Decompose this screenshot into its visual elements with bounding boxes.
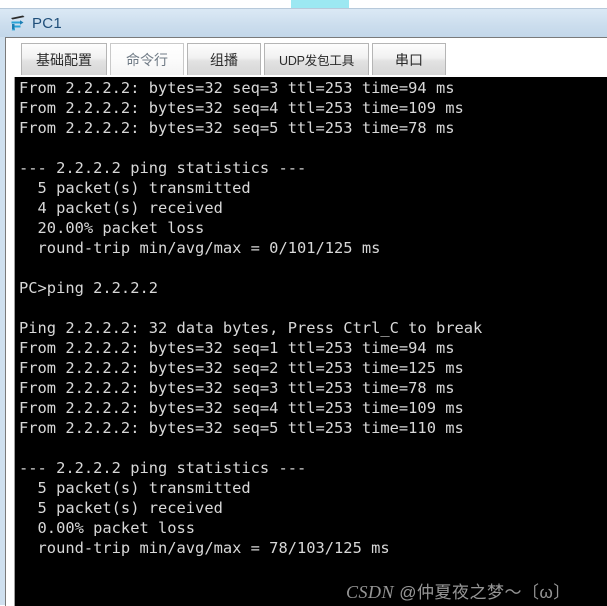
terminal-line: --- 2.2.2.2 ping statistics --- [19,459,307,477]
tab-command-line-label: 命令行 [126,51,168,68]
top-cyan-fragment [291,0,349,8]
terminal-line: 5 packet(s) received [19,499,223,517]
window-title: PC1 [32,14,63,32]
window-client-area: 基础配置 命令行 组播 UDP发包工具 串口 From 2.2.2.2: byt… [5,37,607,606]
tab-basic-config[interactable]: 基础配置 [21,43,107,75]
terminal-line: From 2.2.2.2: bytes=32 seq=4 ttl=253 tim… [19,99,464,117]
tab-command-line[interactable]: 命令行 [110,43,184,75]
terminal-panel: From 2.2.2.2: bytes=32 seq=3 ttl=253 tim… [6,77,607,606]
terminal-line: From 2.2.2.2: bytes=32 seq=4 ttl=253 tim… [19,399,464,417]
terminal-output[interactable]: From 2.2.2.2: bytes=32 seq=3 ttl=253 tim… [14,77,607,606]
terminal-line: round-trip min/avg/max = 78/103/125 ms [19,539,390,557]
router-device-icon [9,14,27,32]
terminal-line: From 2.2.2.2: bytes=32 seq=3 ttl=253 tim… [19,379,455,397]
tab-multicast-label: 组播 [210,51,238,68]
terminal-line: 0.00% packet loss [19,519,196,537]
tab-udp-tool[interactable]: UDP发包工具 [264,43,369,75]
tab-basic-config-label: 基础配置 [36,51,92,68]
terminal-line: From 2.2.2.2: bytes=32 seq=3 ttl=253 tim… [19,79,455,97]
tab-bar: 基础配置 命令行 组播 UDP发包工具 串口 [6,38,607,77]
terminal-line: From 2.2.2.2: bytes=32 seq=2 ttl=253 tim… [19,359,464,377]
window-titlebar[interactable]: PC1 [0,9,607,37]
terminal-line: 20.00% packet loss [19,219,205,237]
tab-udp-tool-label: UDP发包工具 [279,54,354,68]
terminal-line: From 2.2.2.2: bytes=32 seq=5 ttl=253 tim… [19,119,455,137]
terminal-line: round-trip min/avg/max = 0/101/125 ms [19,239,381,257]
terminal-line: Ping 2.2.2.2: 32 data bytes, Press Ctrl_… [19,319,483,337]
terminal-line: From 2.2.2.2: bytes=32 seq=1 ttl=253 tim… [19,339,455,357]
terminal-line: 5 packet(s) transmitted [19,479,251,497]
terminal-line: --- 2.2.2.2 ping statistics --- [19,159,307,177]
pc1-window: PC1 基础配置 命令行 组播 UDP发包工具 串口 From 2.2.2.2:… [0,8,607,606]
emulator-window-root: PC1 基础配置 命令行 组播 UDP发包工具 串口 From 2.2.2.2:… [0,0,607,606]
terminal-line: PC>ping 2.2.2.2 [19,279,158,297]
terminal-line: 4 packet(s) received [19,199,223,217]
terminal-line: From 2.2.2.2: bytes=32 seq=5 ttl=253 tim… [19,419,464,437]
tab-serial-port[interactable]: 串口 [372,43,446,75]
tab-serial-port-label: 串口 [395,51,423,68]
terminal-line: 5 packet(s) transmitted [19,179,251,197]
tab-multicast[interactable]: 组播 [187,43,261,75]
